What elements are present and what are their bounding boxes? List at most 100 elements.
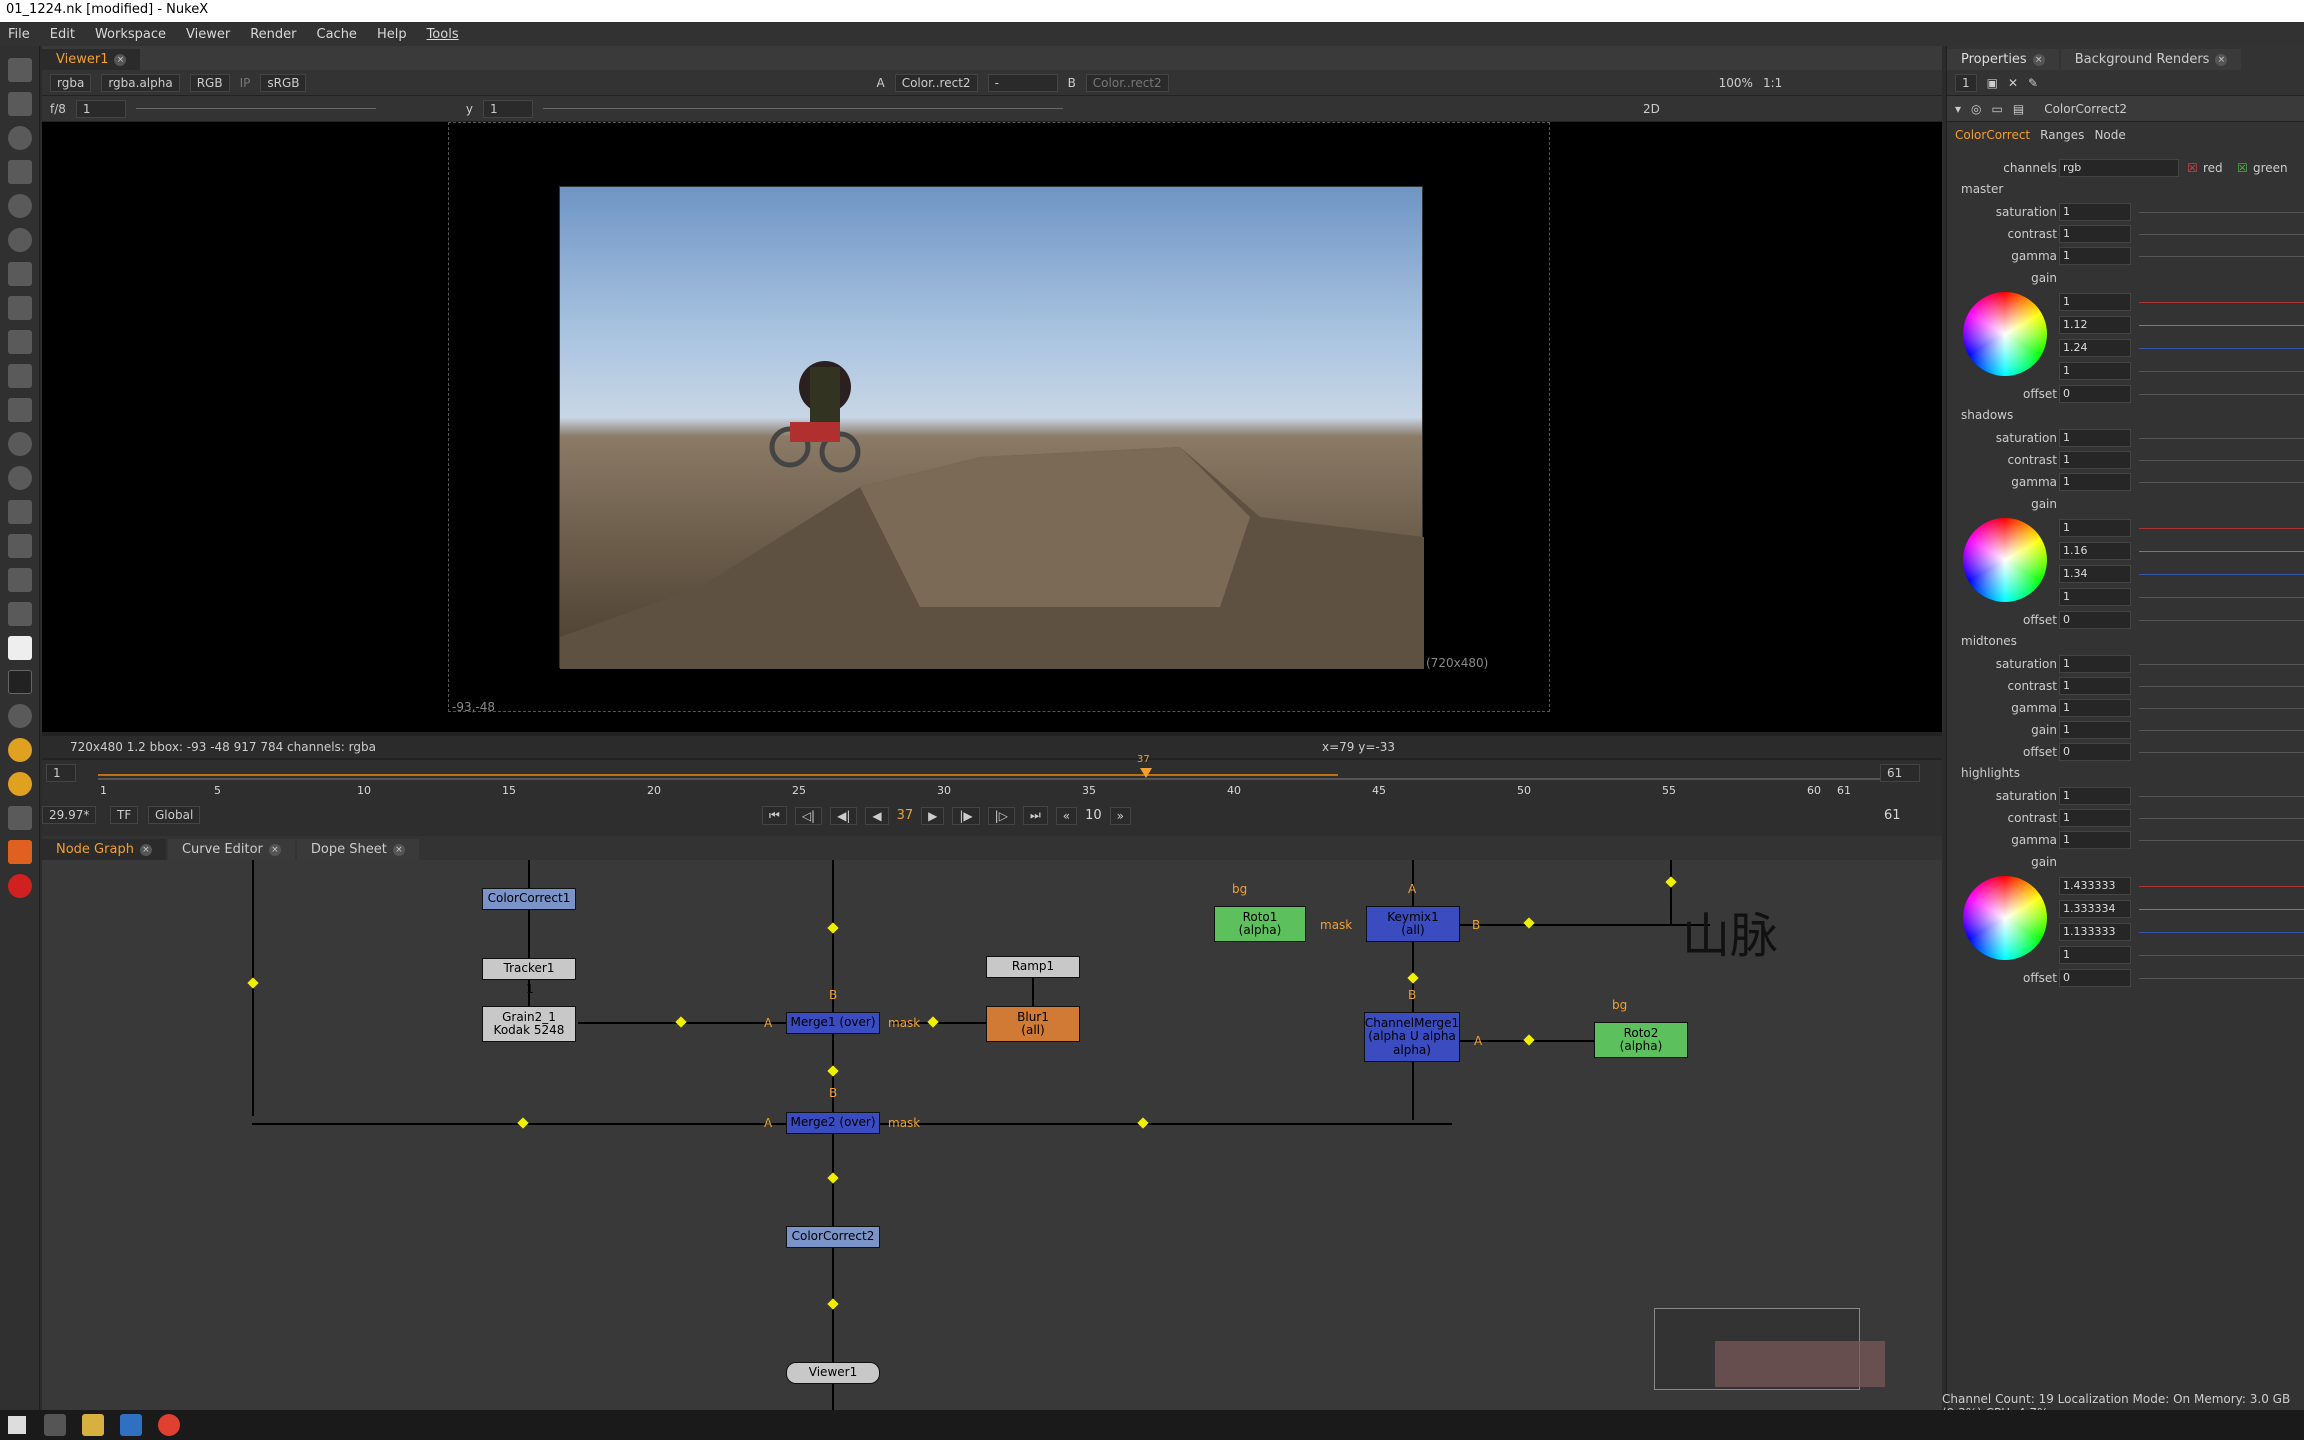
- menu-tools[interactable]: Tools: [427, 27, 459, 42]
- keyer-tools-icon[interactable]: [8, 262, 32, 286]
- prev-frame-button[interactable]: ◀|: [830, 806, 858, 825]
- close-icon[interactable]: ×: [2215, 53, 2228, 66]
- sticky-note[interactable]: 山脉: [1682, 896, 1778, 966]
- slider[interactable]: [2139, 482, 2304, 483]
- menu-workspace[interactable]: Workspace: [95, 27, 166, 42]
- windows-start-icon[interactable]: [8, 1416, 26, 1434]
- plugin-icon-6[interactable]: [8, 874, 32, 898]
- section-highlights[interactable]: highlights: [1961, 766, 2020, 780]
- wire-dot[interactable]: [247, 977, 259, 989]
- wire-dot[interactable]: [1523, 917, 1535, 929]
- slider[interactable]: [2139, 664, 2304, 665]
- collapse-icon[interactable]: ▾: [1955, 102, 1961, 116]
- filter-tools-icon[interactable]: [8, 228, 32, 252]
- slider[interactable]: [2139, 460, 2304, 461]
- input-a-dropdown[interactable]: Color..rect2: [894, 73, 978, 92]
- plugin-icon-1[interactable]: [8, 704, 32, 728]
- slider[interactable]: [2139, 371, 2304, 372]
- shadows-saturation-field[interactable]: 1: [2059, 429, 2131, 447]
- wire-dot[interactable]: [517, 1117, 529, 1129]
- node-graph-pane[interactable]: Node Graph × Curve Editor × Dope Sheet ×…: [42, 836, 1942, 1430]
- menu-render[interactable]: Render: [250, 27, 296, 42]
- file-explorer-icon[interactable]: [82, 1414, 104, 1436]
- master-saturation-field[interactable]: 1: [2059, 203, 2131, 221]
- menu-edit[interactable]: Edit: [50, 27, 75, 42]
- zoom-dropdown[interactable]: 100%: [1719, 76, 1753, 90]
- views-tools-icon[interactable]: [8, 466, 32, 490]
- shadows-gain-a-field[interactable]: 1: [2059, 588, 2131, 606]
- subtab-node[interactable]: Node: [2094, 128, 2125, 142]
- tab-properties[interactable]: Properties ×: [1947, 49, 2059, 70]
- shadows-gamma-field[interactable]: 1: [2059, 473, 2131, 491]
- highlights-gain-g-field[interactable]: 1.333334: [2059, 900, 2131, 918]
- viewer-canvas[interactable]: (720x480) -93,-48: [42, 122, 1942, 732]
- channels-dropdown[interactable]: rgb: [2059, 159, 2179, 177]
- tf-dropdown[interactable]: TF: [110, 806, 139, 824]
- tab-viewer1[interactable]: Viewer1 ×: [42, 49, 141, 70]
- slider[interactable]: [2139, 932, 2304, 933]
- wire-dot[interactable]: [1137, 1117, 1149, 1129]
- s-plugin-icon[interactable]: [8, 636, 32, 660]
- slider[interactable]: [2139, 256, 2304, 257]
- node-tracker1[interactable]: Tracker1: [482, 958, 576, 980]
- plugin-icon-4[interactable]: [8, 806, 32, 830]
- node-grain2-1[interactable]: Grain2_1 Kodak 5248: [482, 1006, 576, 1042]
- plugin-icon-3[interactable]: [8, 772, 32, 796]
- float-icon[interactable]: ▤: [2013, 102, 2024, 116]
- slider[interactable]: [2139, 528, 2304, 529]
- shadows-contrast-field[interactable]: 1: [2059, 451, 2131, 469]
- gain-field[interactable]: 1: [75, 99, 126, 118]
- master-offset-field[interactable]: 0: [2059, 385, 2131, 403]
- plugin-icon-2[interactable]: [8, 738, 32, 762]
- close-icon[interactable]: ×: [114, 53, 127, 66]
- gain-slider[interactable]: [135, 108, 376, 109]
- slider[interactable]: [2139, 325, 2304, 326]
- slider[interactable]: [2139, 886, 2304, 887]
- menu-viewer[interactable]: Viewer: [186, 27, 230, 42]
- wire-dot[interactable]: [827, 1298, 839, 1310]
- slider[interactable]: [2139, 551, 2304, 552]
- slider[interactable]: [2139, 212, 2304, 213]
- transform-tools-icon[interactable]: [8, 330, 32, 354]
- wire-dot[interactable]: [827, 922, 839, 934]
- shadows-offset-field[interactable]: 0: [2059, 611, 2131, 629]
- gamma-slider[interactable]: [543, 108, 1064, 109]
- time-tools-icon[interactable]: [8, 126, 32, 150]
- slider[interactable]: [2139, 348, 2304, 349]
- deep-tools-icon[interactable]: [8, 432, 32, 456]
- slider[interactable]: [2139, 909, 2304, 910]
- plugin-icon-5[interactable]: [8, 840, 32, 864]
- tab-node-graph[interactable]: Node Graph ×: [42, 839, 166, 860]
- merge-tools-icon[interactable]: [8, 296, 32, 320]
- furnace-tools-icon[interactable]: [8, 602, 32, 626]
- node-colorcorrect1[interactable]: ColorCorrect1: [482, 888, 576, 910]
- highlights-gamma-field[interactable]: 1: [2059, 831, 2131, 849]
- green-checkbox[interactable]: ☒: [2237, 161, 2248, 175]
- slider[interactable]: [2139, 302, 2304, 303]
- clear-panels-icon[interactable]: ✕: [2008, 76, 2018, 90]
- slider[interactable]: [2139, 796, 2304, 797]
- step-back-button[interactable]: «: [1055, 806, 1078, 825]
- composite-dropdown[interactable]: -: [987, 73, 1058, 92]
- global-dropdown[interactable]: Global: [148, 806, 201, 824]
- 3d-tools-icon[interactable]: [8, 364, 32, 388]
- wire-dot[interactable]: [1665, 876, 1677, 888]
- other-tools-icon[interactable]: [8, 568, 32, 592]
- midtones-contrast-field[interactable]: 1: [2059, 677, 2131, 695]
- lut-dropdown[interactable]: sRGB: [260, 73, 307, 92]
- timeline-start-field[interactable]: 1: [46, 764, 76, 782]
- pencil-icon[interactable]: ✎: [2028, 76, 2038, 90]
- particles-tools-icon[interactable]: [8, 398, 32, 422]
- alpha-dropdown[interactable]: rgba.alpha: [101, 73, 180, 92]
- view-mode-dropdown[interactable]: 2D: [1643, 102, 1660, 116]
- play-forward-button[interactable]: ▶: [921, 806, 945, 825]
- max-panels-field[interactable]: 1: [1955, 73, 1977, 92]
- ip-toggle[interactable]: IP: [240, 76, 251, 90]
- node-channelmerge1[interactable]: ChannelMerge1 (alpha U alpha alpha): [1364, 1012, 1460, 1062]
- master-gain-a-field[interactable]: 1: [2059, 362, 2131, 380]
- ratio-dropdown[interactable]: 1:1: [1763, 76, 1782, 90]
- timeline-track[interactable]: [98, 778, 1888, 780]
- node-graph-navigator[interactable]: [1654, 1308, 1885, 1390]
- fps-dropdown[interactable]: 29.97*: [42, 806, 97, 824]
- node-options-icon[interactable]: ◎: [1971, 102, 1981, 116]
